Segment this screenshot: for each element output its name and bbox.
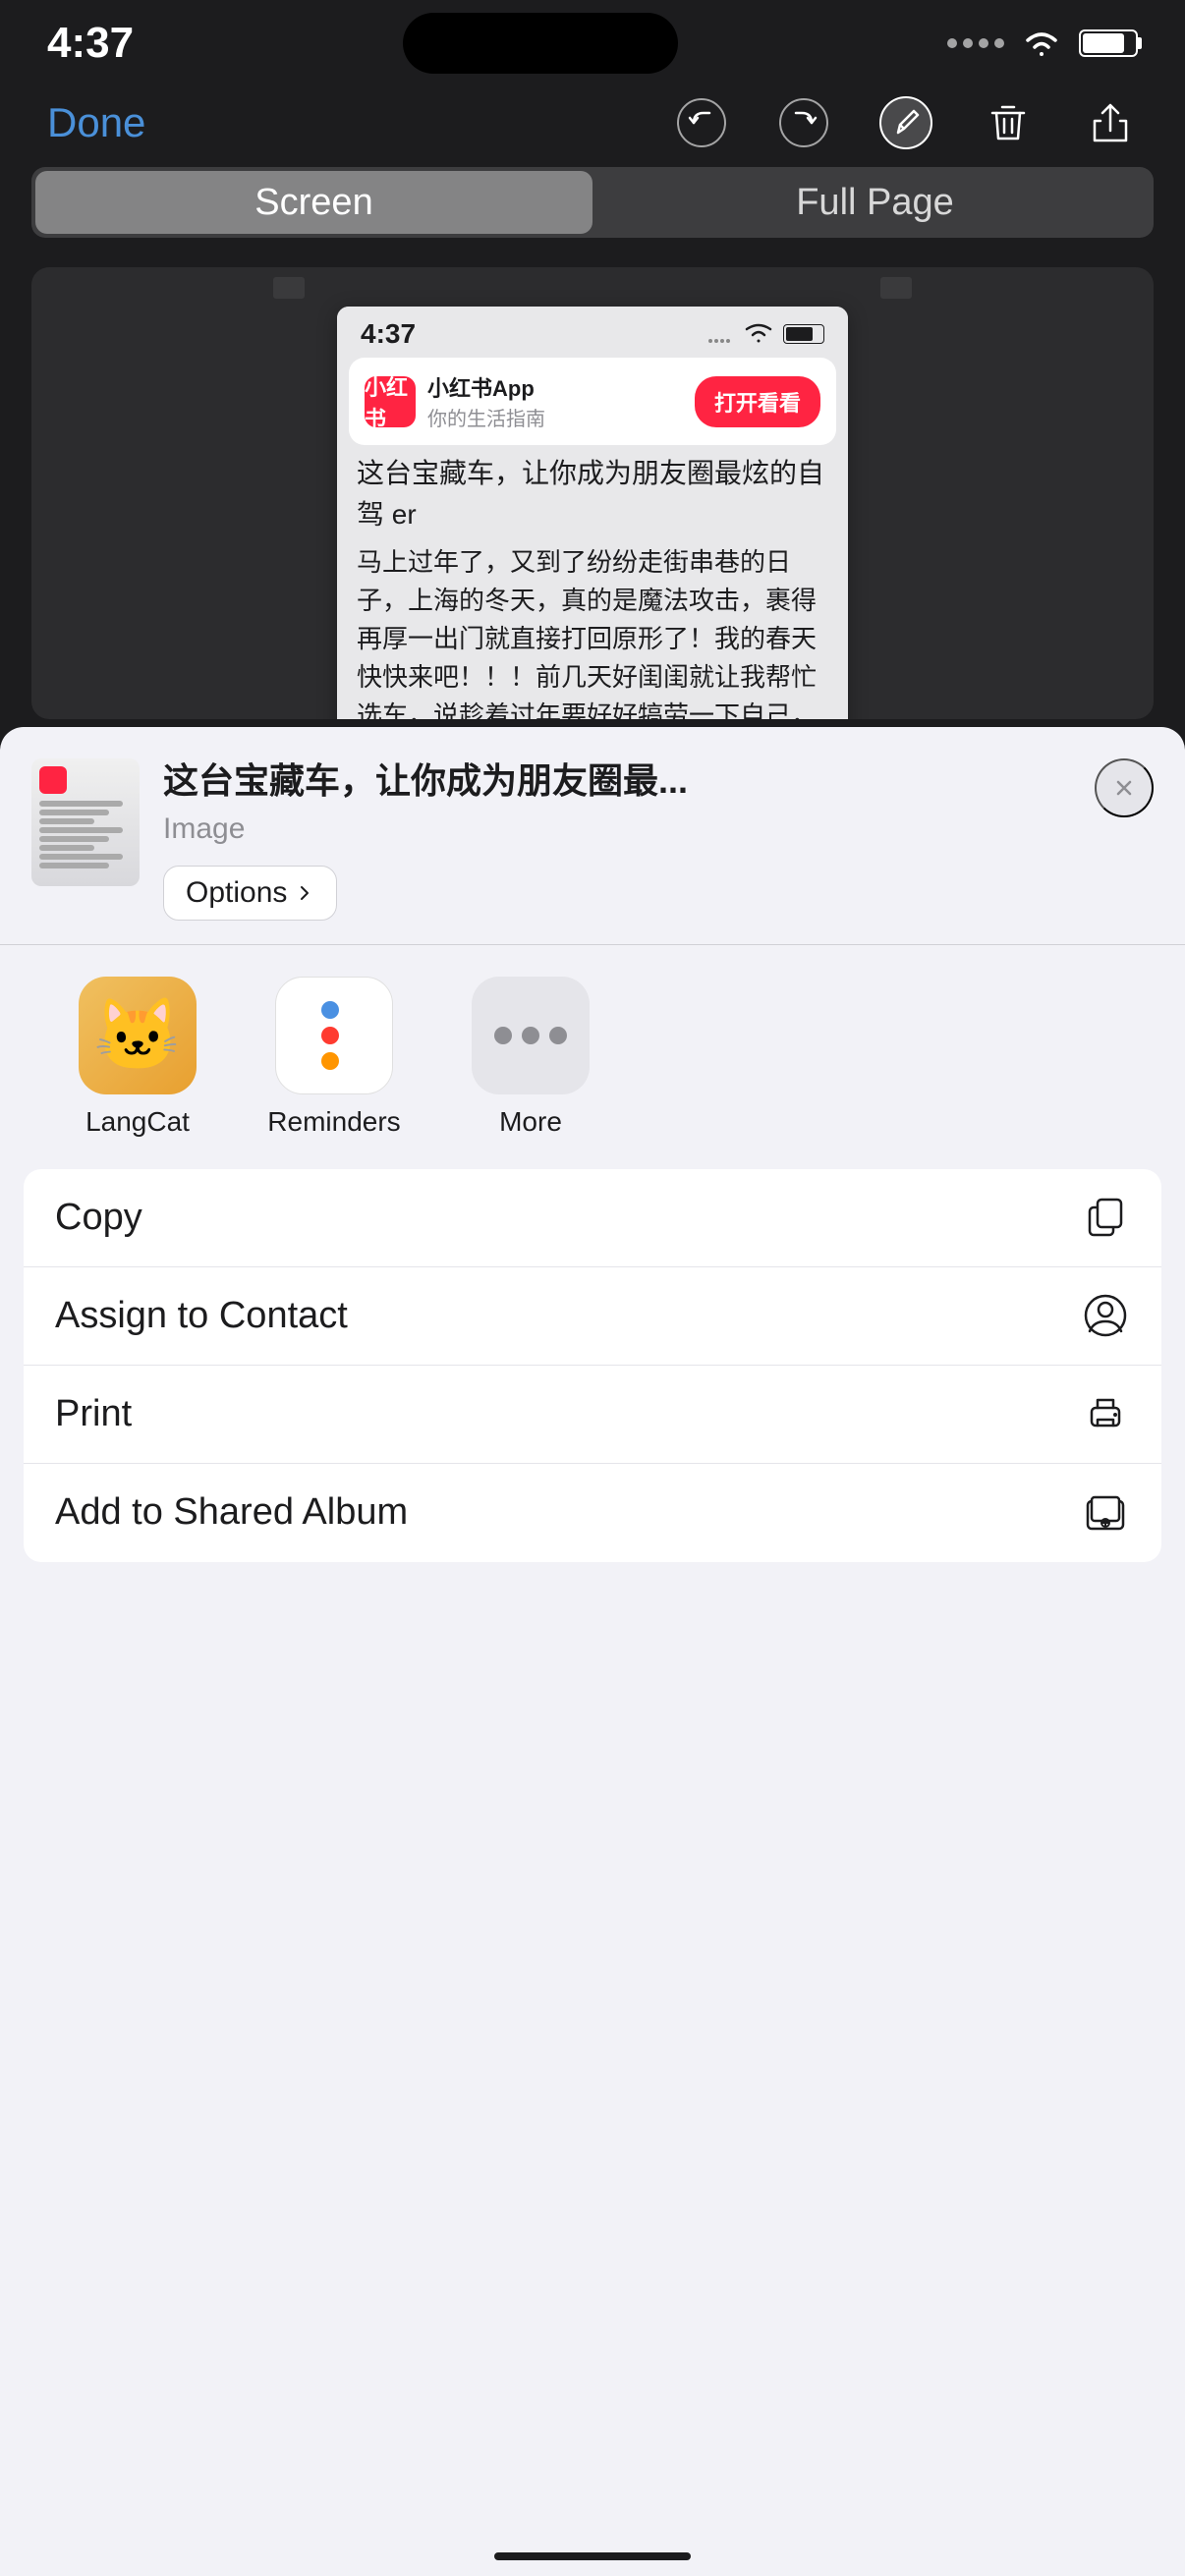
share-info: 这台宝藏车，让你成为朋友圈最... Image Options [163,758,1071,921]
actions-section: Copy Assign to Contact Print [24,1169,1161,1562]
markup-button[interactable] [878,95,933,150]
shared-album-label: Add to Shared Album [55,1491,408,1534]
share-thumbnail [31,758,140,886]
more-label: More [499,1106,562,1138]
redo-button[interactable] [776,95,831,150]
app-item-more[interactable]: More [432,977,629,1138]
wifi-icon [1020,27,1063,60]
share-button[interactable] [1083,95,1138,150]
dynamic-island [403,13,678,74]
open-button: 打开看看 [695,376,820,427]
battery-icon [1079,29,1138,57]
share-title: 这台宝藏车，让你成为朋友圈最... [163,758,1071,805]
status-right [947,27,1138,60]
toolbar: Done [0,79,1185,167]
assign-contact-action[interactable]: Assign to Contact [24,1267,1161,1366]
home-indicator-area [0,1562,1185,1621]
delete-button[interactable] [981,95,1036,150]
preview-area: 4:37 [31,267,1154,719]
reminders-label: Reminders [267,1106,400,1138]
done-button[interactable]: Done [47,99,145,146]
assign-contact-icon [1081,1291,1130,1340]
copy-icon [1081,1193,1130,1242]
screen-tab[interactable]: Screen [35,171,592,234]
status-bar: 4:37 [0,0,1185,79]
copy-label: Copy [55,1197,142,1239]
print-action[interactable]: Print [24,1366,1161,1464]
inner-status-time: 4:37 [361,318,416,350]
app-item-reminders[interactable]: Reminders [236,977,432,1138]
toolbar-icons [674,95,1138,150]
screenshot-preview: 4:37 [337,307,848,719]
close-button[interactable] [1095,758,1154,817]
shared-album-icon [1081,1488,1130,1538]
signal-icon [947,38,1004,48]
langcat-label: LangCat [85,1106,190,1138]
fullpage-tab[interactable]: Full Page [596,167,1154,238]
share-sheet: 这台宝藏车，让你成为朋友圈最... Image Options 🐱 LangCa… [0,727,1185,2576]
copy-action[interactable]: Copy [24,1169,1161,1267]
options-button[interactable]: Options [163,866,337,921]
status-time: 4:37 [47,19,134,68]
notif-app-name: 小红书App [427,371,683,403]
print-label: Print [55,1393,132,1435]
apps-row: 🐱 LangCat [0,945,1185,1169]
shared-album-action[interactable]: Add to Shared Album [24,1464,1161,1562]
reminders-icon [275,977,393,1094]
xiaohongshu-icon: 小红书 [365,376,416,427]
langcat-icon: 🐱 [79,977,197,1094]
more-icon [472,977,590,1094]
print-icon [1081,1389,1130,1438]
share-subtitle: Image [163,812,1071,846]
undo-button[interactable] [674,95,729,150]
notif-body: 马上过年了，又到了纷纷走街串巷的日子，上海的冬天，真的是魔法攻击，裹得再厚一出门… [337,535,848,719]
segment-control: Screen Full Page [31,167,1154,238]
share-header: 这台宝藏车，让你成为朋友圈最... Image Options [0,727,1185,945]
home-indicator [494,2552,691,2560]
assign-contact-label: Assign to Contact [55,1295,348,1337]
notif-content: 这台宝藏车，让你成为朋友圈最炫的自驾 er [337,453,848,535]
app-item-langcat[interactable]: 🐱 LangCat [39,977,236,1138]
notif-app-sub: 你的生活指南 [427,403,683,431]
